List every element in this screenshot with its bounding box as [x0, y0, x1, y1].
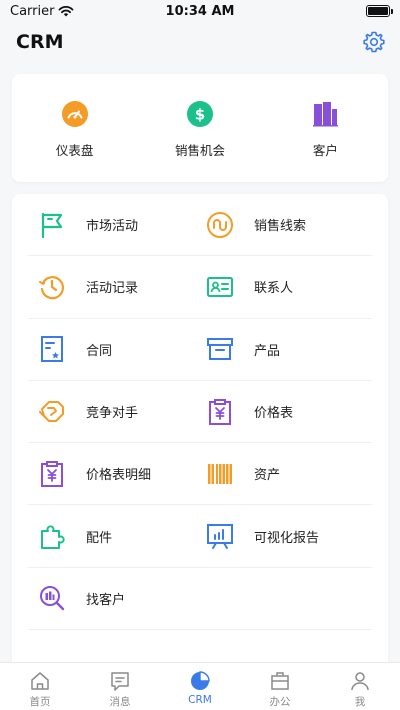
module-label: 销售线索 [254, 219, 307, 235]
module-label: 可视化报告 [254, 530, 320, 546]
module-contacts[interactable]: 联系人 [204, 256, 372, 317]
module-visual-reports[interactable]: 可视化报告 [204, 505, 372, 566]
module-label: 市场活动 [86, 219, 139, 235]
carrier-label: Carrier [10, 3, 55, 19]
pie-chart-icon [191, 671, 210, 690]
quick-item-opportunities[interactable]: $ 销售机会 [137, 74, 262, 182]
module-marketing[interactable]: 市场活动 [28, 194, 204, 255]
dashboard-icon [61, 101, 88, 127]
dollar-icon: $ [186, 101, 213, 127]
briefcase-icon [271, 672, 289, 690]
module-row: 合同 产品 [28, 319, 372, 381]
module-price-list[interactable]: 价格表 [204, 381, 372, 442]
tab-messages[interactable]: 消息 [80, 663, 160, 710]
module-label: 竞争对手 [86, 406, 139, 422]
status-left: Carrier [10, 4, 74, 19]
module-row: 找客户 [28, 568, 372, 631]
module-row: 竞争对手 价格表 [28, 381, 372, 444]
module-contracts[interactable]: 合同 [28, 319, 204, 380]
tab-bar: 首页 消息 CRM 办公 我 [0, 662, 400, 710]
quick-label: 仪表盘 [55, 143, 94, 158]
gear-icon[interactable] [362, 30, 386, 54]
contact-card-icon [207, 276, 233, 297]
search-customer-icon [40, 586, 65, 611]
quick-label: 客户 [312, 143, 338, 158]
module-label: 价格表明细 [86, 468, 152, 484]
module-row: 市场活动 销售线索 [28, 194, 372, 257]
product-box-icon [207, 338, 233, 361]
tab-label: 办公 [269, 696, 291, 708]
status-time: 10:34 AM [165, 3, 235, 19]
wifi-icon [59, 6, 74, 17]
module-label: 找客户 [86, 592, 126, 608]
chart-board-icon [207, 524, 233, 550]
svg-text:$: $ [195, 106, 205, 124]
module-label: 配件 [86, 530, 113, 546]
price-detail-icon [41, 460, 63, 487]
tab-label: 消息 [109, 696, 131, 708]
flag-icon [41, 212, 63, 238]
module-row: 价格表明细 资产 [28, 443, 372, 506]
module-assets[interactable]: 资产 [204, 443, 372, 504]
module-products[interactable]: 产品 [204, 319, 372, 380]
module-label: 产品 [254, 343, 281, 359]
leads-icon [207, 211, 233, 238]
puzzle-icon [41, 525, 65, 550]
module-row: 活动记录 联系人 [28, 256, 372, 319]
fist-icon [39, 400, 64, 422]
message-icon [111, 672, 129, 691]
quick-item-customers[interactable]: 客户 [263, 74, 388, 182]
module-find-customers[interactable]: 找客户 [28, 568, 204, 629]
module-label: 价格表 [254, 406, 294, 422]
user-icon [351, 672, 369, 691]
module-row: 配件 可视化报告 [28, 505, 372, 568]
tab-label: 我 [354, 696, 366, 708]
modules-card: 市场活动 销售线索 活动记录 联系人 合同 产品 竞争对手 价格表 价格表明细 … [12, 194, 388, 674]
page-title: CRM [16, 31, 64, 53]
module-label: 活动记录 [86, 281, 139, 297]
module-price-list-details[interactable]: 价格表明细 [28, 443, 204, 504]
home-icon [31, 672, 49, 690]
module-label: 联系人 [254, 281, 294, 297]
tab-label: CRM [188, 694, 212, 706]
quick-actions-card: 仪表盘 $ 销售机会 客户 [12, 74, 388, 182]
battery-icon [366, 5, 393, 17]
module-empty-slot [204, 568, 372, 629]
module-leads[interactable]: 销售线索 [204, 194, 372, 255]
header: CRM [0, 24, 400, 60]
module-label: 资产 [254, 468, 281, 484]
tab-crm[interactable]: CRM [160, 663, 240, 710]
module-competitors[interactable]: 竞争对手 [28, 381, 204, 442]
building-icon [313, 102, 339, 127]
module-accessories[interactable]: 配件 [28, 505, 204, 566]
tab-office[interactable]: 办公 [240, 663, 320, 710]
quick-item-dashboard[interactable]: 仪表盘 [12, 74, 137, 182]
barcode-icon [208, 463, 232, 484]
contract-icon [41, 336, 63, 363]
module-activity-log[interactable]: 活动记录 [28, 256, 204, 317]
history-icon [39, 276, 65, 300]
tab-home[interactable]: 首页 [0, 663, 80, 710]
tab-me[interactable]: 我 [320, 663, 400, 710]
status-bar: Carrier 10:34 AM [0, 0, 400, 22]
tab-label: 首页 [29, 696, 51, 708]
quick-label: 销售机会 [174, 143, 225, 158]
price-list-icon [209, 398, 231, 425]
module-label: 合同 [86, 343, 113, 359]
